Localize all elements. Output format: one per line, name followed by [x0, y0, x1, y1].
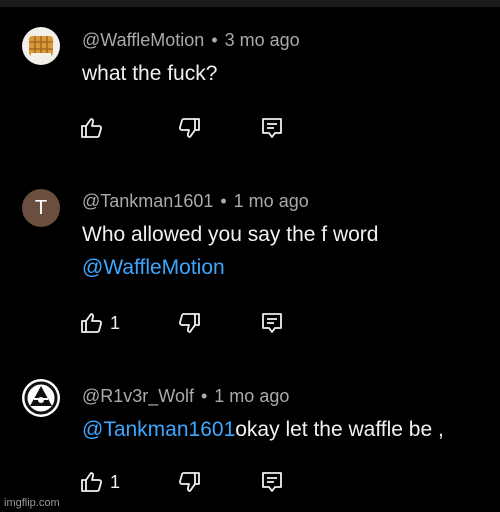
- top-bar: [0, 0, 500, 7]
- wolf-avatar[interactable]: [22, 379, 60, 417]
- separator-dot: •: [211, 30, 218, 50]
- comment-author[interactable]: @R1v3r_Wolf: [82, 386, 194, 406]
- mention-link[interactable]: @Tankman1601: [82, 418, 235, 441]
- reply-icon: [262, 472, 282, 492]
- comment-meta: @Tankman1601 • 1 mo ago: [82, 191, 309, 212]
- watermark: imgflip.com: [4, 497, 60, 509]
- comment-text-content: Who allowed you say the f word: [82, 223, 379, 246]
- reply-icon: [262, 313, 282, 333]
- like-button[interactable]: 1: [80, 470, 120, 494]
- thumbs-up-icon: [81, 118, 102, 138]
- comment-meta: @WaffleMotion • 3 mo ago: [82, 30, 300, 51]
- comment-text-content: what the fuck?: [82, 62, 218, 85]
- like-count: 1: [110, 312, 121, 333]
- reply-button[interactable]: [260, 311, 284, 335]
- comment-time[interactable]: 1 mo ago: [214, 386, 289, 406]
- comment-meta: @R1v3r_Wolf • 1 mo ago: [82, 386, 289, 407]
- comment-author[interactable]: @WaffleMotion: [82, 30, 204, 50]
- comment-text: @Tankman1601okay let the waffle be ,: [82, 413, 444, 446]
- dislike-button[interactable]: [177, 116, 201, 140]
- thumbs-up-icon: [81, 472, 102, 492]
- dislike-button[interactable]: [177, 311, 201, 335]
- letter-avatar[interactable]: T: [22, 189, 60, 227]
- comment-text: what the fuck?: [82, 57, 217, 90]
- comment-text-content: okay let the waffle be ,: [235, 418, 444, 441]
- like-button[interactable]: [80, 116, 110, 140]
- thumbs-down-icon: [179, 118, 200, 138]
- reply-button[interactable]: [260, 470, 284, 494]
- like-button[interactable]: 1: [80, 311, 120, 335]
- mention-link[interactable]: @WaffleMotion: [82, 256, 225, 279]
- reply-icon: [262, 118, 282, 138]
- separator-dot: •: [220, 191, 227, 211]
- separator-dot: •: [200, 386, 208, 406]
- thumbs-down-icon: [179, 472, 200, 492]
- thumbs-down-icon: [179, 313, 200, 333]
- comment-time[interactable]: 3 mo ago: [225, 30, 300, 50]
- thumbs-up-icon: [81, 313, 102, 333]
- comment-time[interactable]: 1 mo ago: [234, 191, 309, 211]
- comment-mention-line: @WaffleMotion: [82, 251, 225, 284]
- like-count: 1: [110, 471, 121, 492]
- comment-author[interactable]: @Tankman1601: [82, 191, 213, 211]
- reply-button[interactable]: [260, 116, 284, 140]
- comment-text: Who allowed you say the f word: [82, 218, 378, 251]
- dislike-button[interactable]: [177, 470, 201, 494]
- waffle-avatar[interactable]: [22, 27, 60, 65]
